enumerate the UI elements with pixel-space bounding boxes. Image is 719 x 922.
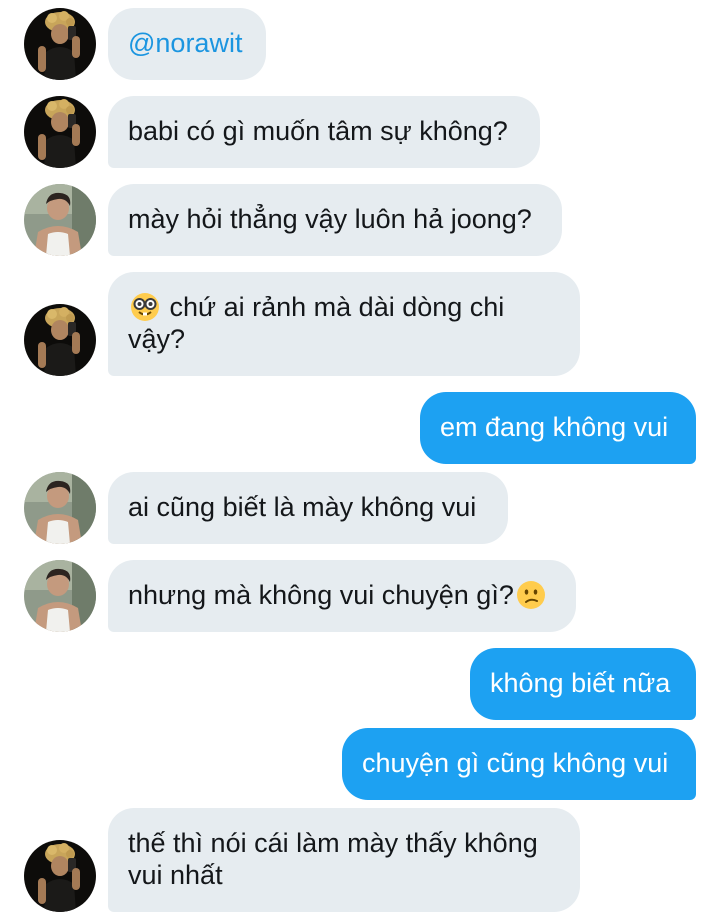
mention-link[interactable]: @norawit — [128, 28, 242, 58]
incoming-message-bubble[interactable]: ai cũng biết là mày không vui — [108, 472, 508, 544]
message-text: em đang không vui — [440, 412, 669, 442]
avatar-curly-hair-selfie[interactable] — [24, 840, 96, 912]
incoming-message-bubble[interactable]: mày hỏi thẳng vậy luôn hả joong? — [108, 184, 562, 256]
avatar-tank-top[interactable] — [24, 472, 96, 544]
confused-face-emoji — [515, 580, 546, 610]
incoming-message-bubble[interactable]: @norawit — [108, 8, 266, 80]
incoming-message-bubble[interactable]: babi có gì muốn tâm sự không? — [108, 96, 540, 168]
message-text-line: vậy? — [128, 324, 186, 354]
outgoing-message-bubble[interactable]: em đang không vui — [420, 392, 696, 464]
nerd-face-emoji — [130, 292, 160, 322]
avatar-tank-top[interactable] — [24, 560, 96, 632]
message-text-line: chứ ai rảnh mà dài dòng chi — [169, 292, 505, 322]
message-text-line: thế thì nói cái làm mày thấy không — [128, 828, 538, 858]
message-text: mày hỏi thẳng vậy luôn hả joong? — [128, 204, 532, 234]
message-text: nhưng mà không vui chuyện gì? — [128, 580, 514, 610]
avatar-curly-hair-selfie[interactable] — [24, 8, 96, 80]
outgoing-message-bubble[interactable]: chuyện gì cũng không vui — [342, 728, 696, 800]
message-text: ai cũng biết là mày không vui — [128, 492, 477, 522]
message-text: babi có gì muốn tâm sự không? — [128, 116, 508, 146]
message-text-line: vui nhất — [128, 860, 223, 890]
avatar-curly-hair-selfie[interactable] — [24, 96, 96, 168]
avatar-curly-hair-selfie[interactable] — [24, 304, 96, 376]
outgoing-message-bubble[interactable]: không biết nữa — [470, 648, 696, 720]
message-text: không biết nữa — [490, 668, 671, 698]
incoming-message-bubble[interactable]: chứ ai rảnh mà dài dòng chi vậy? — [108, 272, 580, 376]
incoming-message-bubble[interactable]: thế thì nói cái làm mày thấy không vui n… — [108, 808, 580, 912]
avatar-tank-top[interactable] — [24, 184, 96, 256]
incoming-message-bubble[interactable]: nhưng mà không vui chuyện gì? — [108, 560, 576, 632]
message-text: chuyện gì cũng không vui — [362, 748, 669, 778]
